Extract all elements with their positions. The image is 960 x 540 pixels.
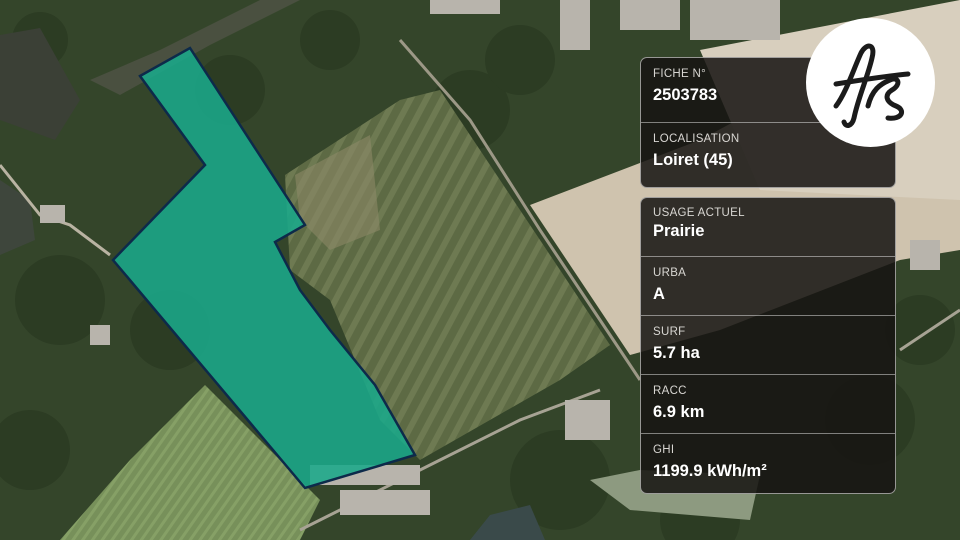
info-value: Prairie xyxy=(653,222,705,240)
info-card-attributes: USAGE ACTUEL Prairie URBA A SURF 5.7 ha RACC 6.… xyxy=(640,197,896,494)
info-row-racc: RACC 6.9 km xyxy=(641,375,895,434)
info-value: 5.7 ha xyxy=(653,344,700,362)
brand-logo xyxy=(806,18,935,147)
info-value: Loiret (45) xyxy=(653,151,733,169)
info-value: 1199.9 kWh/m² xyxy=(653,462,767,480)
info-row-surf: SURF 5.7 ha xyxy=(641,316,895,375)
info-value: A xyxy=(653,285,665,303)
info-label: URBA xyxy=(653,267,687,279)
info-label: USAGE ACTUEL xyxy=(653,207,745,219)
info-row-usage-actuel: USAGE ACTUEL Prairie xyxy=(641,198,895,257)
info-value: 6.9 km xyxy=(653,403,705,421)
fs-monogram-logo xyxy=(833,43,911,128)
info-row-ghi: GHI 1199.9 kWh/m² xyxy=(641,434,895,493)
info-label: GHI xyxy=(653,444,675,456)
info-row-urba: URBA A xyxy=(641,257,895,316)
info-label: RACC xyxy=(653,385,687,397)
info-label: SURF xyxy=(653,326,686,338)
